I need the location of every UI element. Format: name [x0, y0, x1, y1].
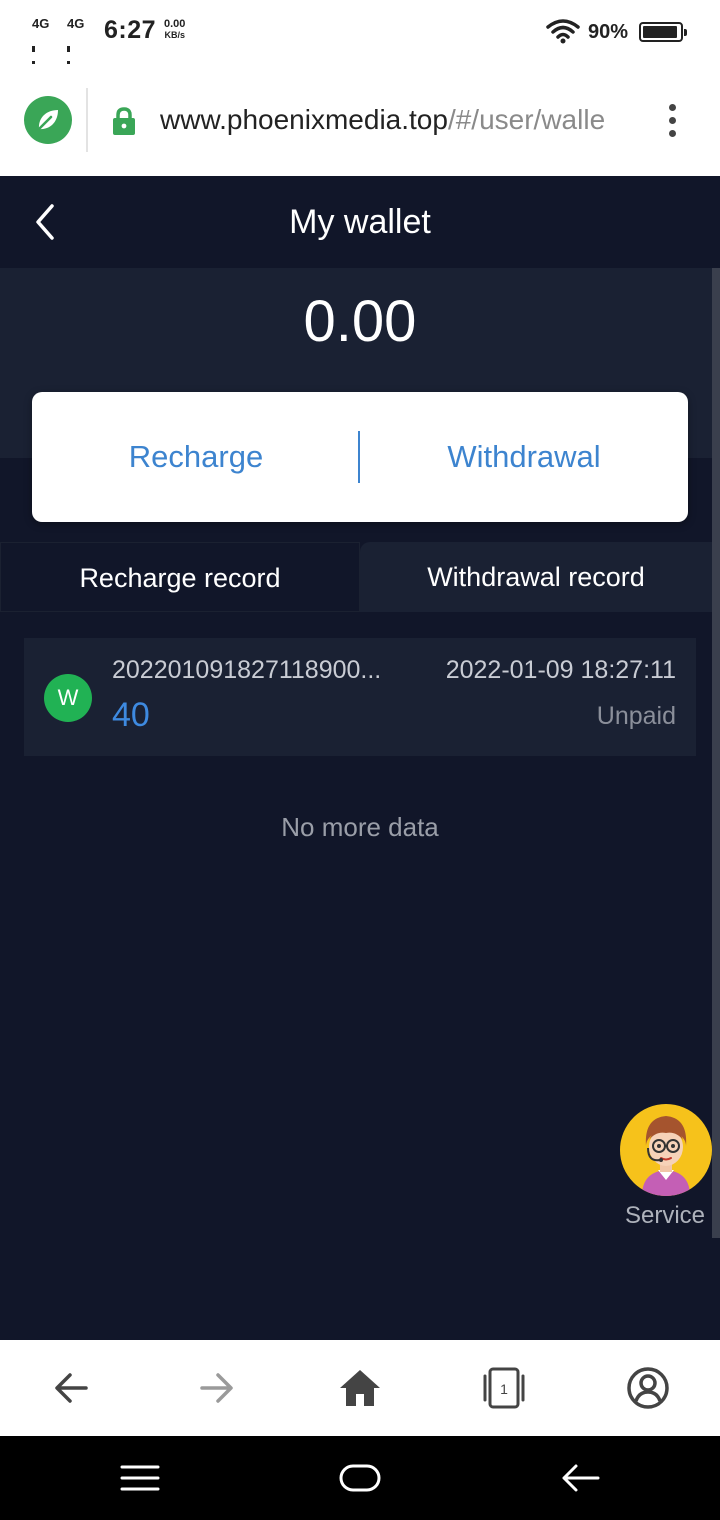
browser-bottom-bar: 1 [0, 1340, 720, 1436]
network-speed: 0.00 KB/s [164, 19, 185, 41]
service-label: Service [624, 1202, 706, 1229]
tabs-icon[interactable]: 1 [480, 1364, 528, 1412]
more-menu-icon[interactable] [664, 104, 680, 138]
wallet-action-card: Recharge Withdrawal [32, 392, 688, 522]
svg-text:1: 1 [500, 1381, 508, 1397]
record-avatar: W [44, 674, 92, 722]
browser-back-icon[interactable] [48, 1364, 96, 1412]
profile-icon[interactable] [624, 1364, 672, 1412]
home-icon[interactable] [336, 1364, 384, 1412]
network-speed-unit: KB/s [164, 30, 185, 40]
battery-percent: 90% [588, 21, 629, 43]
record-amount: 40 [112, 696, 150, 734]
service-agent-icon [620, 1104, 712, 1196]
tab-withdrawal-record[interactable]: Withdrawal record [360, 542, 712, 612]
system-nav-bar [0, 1436, 720, 1520]
scrollbar[interactable] [712, 268, 720, 1238]
browser-url-bar: www.phoenixmedia.top/#/user/walle [0, 64, 720, 176]
record-order-id: 202201091827118900... [112, 656, 382, 684]
browser-forward-icon[interactable] [192, 1364, 240, 1412]
tab-recharge-record[interactable]: Recharge record [0, 542, 360, 612]
customer-service-button[interactable]: Service [620, 1104, 712, 1234]
url-path: /#/user/walle [447, 104, 606, 135]
wifi-icon [546, 19, 580, 44]
url-field[interactable]: www.phoenixmedia.top/#/user/walle [160, 104, 634, 138]
menu-icon[interactable] [118, 1458, 162, 1498]
withdrawal-button[interactable]: Withdrawal [360, 392, 688, 522]
page-title: My wallet [289, 203, 431, 241]
system-back-icon[interactable] [558, 1458, 602, 1498]
app-header: My wallet [0, 176, 720, 268]
network-type-2: 4G [67, 16, 85, 31]
network-speed-value: 0.00 [164, 18, 186, 30]
lock-icon[interactable] [111, 106, 137, 136]
record-timestamp: 2022-01-09 18:27:11 [445, 656, 676, 684]
url-divider [86, 88, 88, 152]
clock: 6:27 [104, 16, 157, 44]
list-end-message: No more data [281, 812, 439, 842]
recharge-button[interactable]: Recharge [32, 392, 360, 522]
leaf-icon[interactable] [24, 96, 72, 144]
network-type-1: 4G [32, 16, 50, 31]
battery-icon [639, 22, 687, 42]
home-pill-icon[interactable] [338, 1458, 382, 1498]
status-bar: 4G 4G 6:27 0.00 KB/s 90% [0, 0, 720, 106]
status-badge: Unpaid [596, 702, 676, 730]
list-item[interactable]: W 202201091827118900... 40 2022-01-09 18… [24, 638, 696, 756]
record-tabs: Recharge record Withdrawal record [0, 542, 712, 612]
wallet-balance: 0.00 [303, 289, 417, 354]
url-host: www.phoenixmedia.top [160, 104, 448, 135]
back-chevron-icon[interactable] [30, 202, 60, 242]
